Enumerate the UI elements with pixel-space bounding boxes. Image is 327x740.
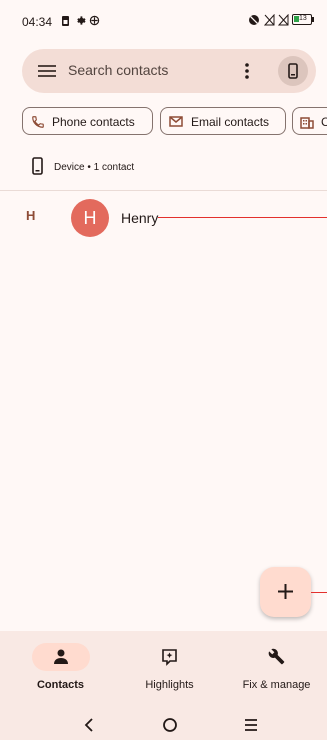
chip-company[interactable]: C bbox=[292, 107, 327, 135]
back-icon[interactable] bbox=[74, 713, 104, 737]
search-bar[interactable]: Search contacts bbox=[22, 49, 316, 93]
battery-tip bbox=[312, 17, 314, 22]
status-time: 04:34 bbox=[22, 15, 53, 29]
chip-label: C bbox=[321, 115, 327, 129]
chip-label: Phone contacts bbox=[52, 115, 135, 129]
annotation-line bbox=[311, 592, 327, 593]
bottom-navigation: Contacts Highlights Fix & manage bbox=[0, 631, 327, 709]
vpn-icon bbox=[89, 15, 100, 26]
email-icon bbox=[169, 116, 183, 127]
gear-icon bbox=[77, 16, 86, 25]
nav-label: Contacts bbox=[36, 679, 85, 691]
chip-email-contacts[interactable]: Email contacts bbox=[160, 107, 286, 135]
search-input[interactable]: Search contacts bbox=[68, 62, 168, 78]
nav-item-fix-manage[interactable]: Fix & manage bbox=[222, 631, 327, 709]
device-icon bbox=[288, 63, 298, 79]
signal-icon bbox=[264, 14, 275, 26]
sim-card-icon bbox=[62, 16, 69, 26]
contact-avatar: H bbox=[71, 199, 109, 237]
nav-label: Fix & manage bbox=[242, 679, 311, 691]
nav-item-contacts[interactable]: Contacts bbox=[6, 631, 115, 709]
nav-label: Highlights bbox=[145, 679, 194, 691]
nav-item-highlights[interactable]: Highlights bbox=[115, 631, 224, 709]
wrench-icon bbox=[268, 648, 285, 665]
chip-label: Email contacts bbox=[191, 115, 270, 129]
system-navigation bbox=[0, 709, 327, 740]
signal-2-icon bbox=[278, 14, 289, 26]
plus-icon bbox=[278, 584, 293, 599]
menu-icon[interactable] bbox=[38, 64, 56, 78]
device-icon bbox=[32, 157, 43, 175]
contact-name: Henry bbox=[121, 210, 159, 226]
section-letter: H bbox=[26, 208, 36, 223]
phone-icon bbox=[32, 116, 44, 128]
home-icon[interactable] bbox=[155, 713, 185, 737]
highlights-icon bbox=[162, 649, 177, 666]
annotation-line bbox=[158, 217, 327, 218]
more-vert-icon[interactable] bbox=[245, 62, 249, 80]
person-icon bbox=[54, 649, 68, 664]
vibrate-icon bbox=[249, 15, 259, 25]
contact-row[interactable]: H Henry bbox=[60, 194, 327, 242]
add-contact-button[interactable] bbox=[260, 567, 311, 617]
chip-phone-contacts[interactable]: Phone contacts bbox=[22, 107, 153, 135]
status-bar: 04:34 13 bbox=[0, 0, 327, 44]
account-label: Device • 1 contact bbox=[54, 162, 135, 173]
account-button[interactable] bbox=[278, 56, 308, 86]
business-icon bbox=[300, 117, 314, 129]
battery-icon: 13 bbox=[292, 14, 312, 25]
divider bbox=[0, 190, 327, 191]
battery-level: 13 bbox=[299, 15, 307, 22]
recents-icon[interactable] bbox=[236, 713, 266, 737]
